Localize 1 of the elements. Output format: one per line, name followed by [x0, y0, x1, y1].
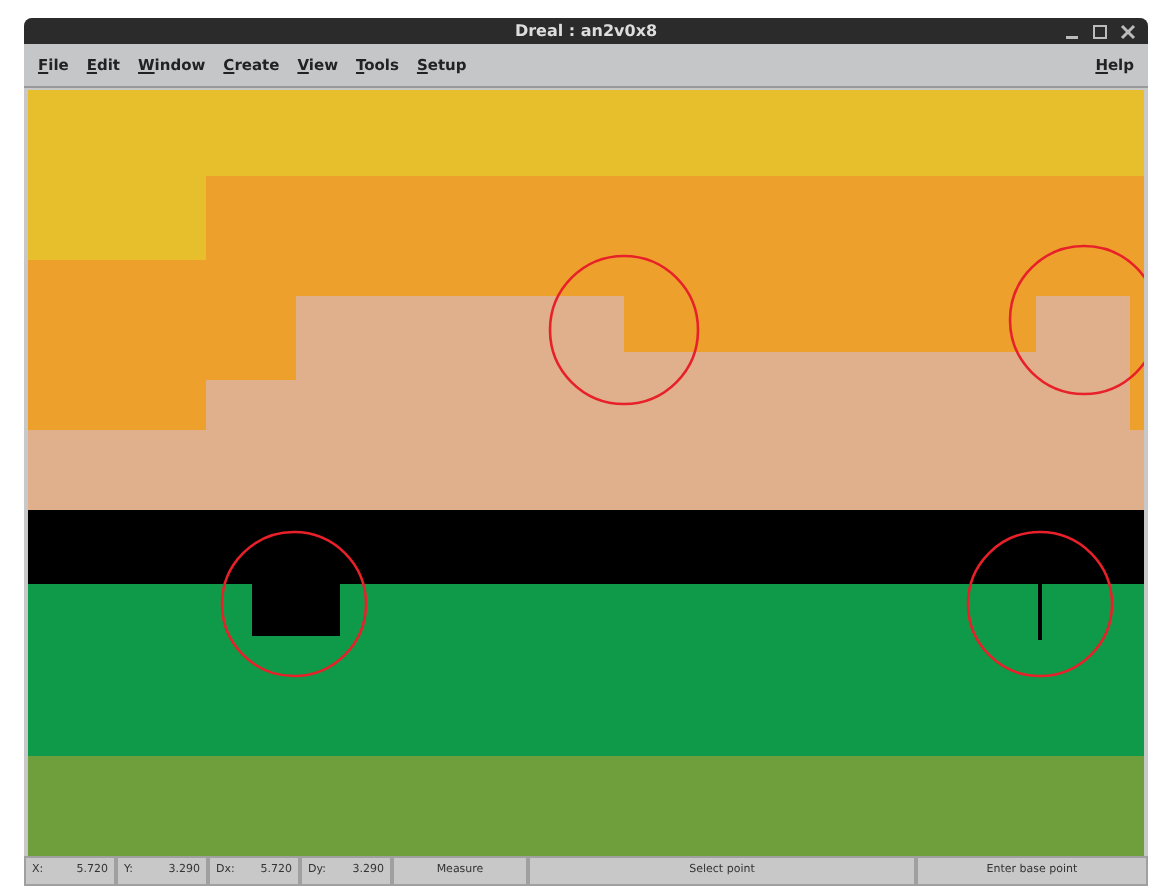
window-title: Dreal : an2v0x8	[514, 22, 658, 41]
